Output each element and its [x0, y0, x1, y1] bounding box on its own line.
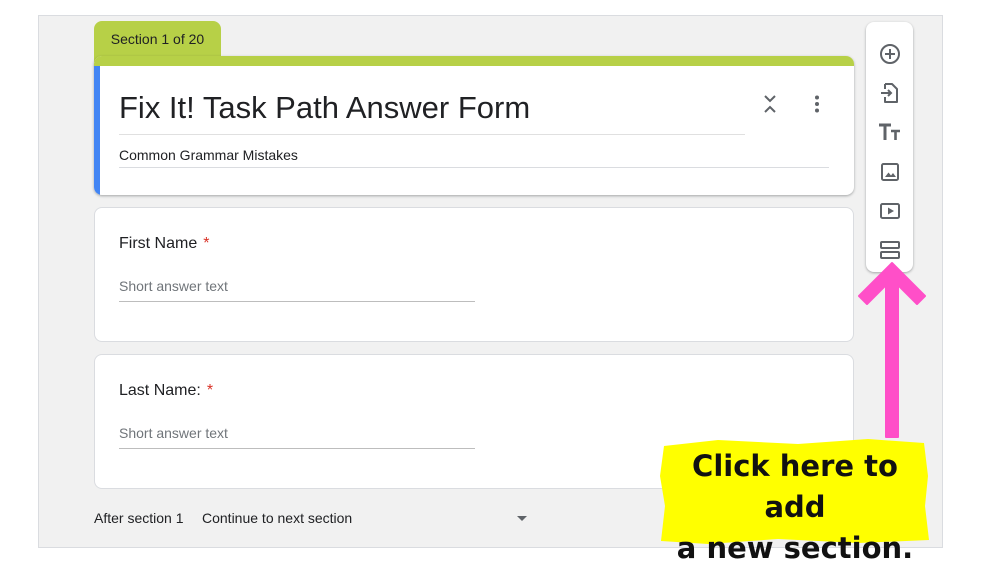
short-answer-placeholder: Short answer text	[119, 278, 228, 294]
required-asterisk: *	[203, 235, 210, 252]
short-answer-placeholder: Short answer text	[119, 425, 228, 441]
more-vert-icon	[815, 95, 819, 113]
import-file-icon	[881, 83, 898, 103]
question-card-first-name[interactable]: First Name * Short answer text	[94, 207, 854, 342]
answer-underline	[119, 301, 475, 302]
pink-arrow-annotation	[858, 262, 926, 438]
dropdown-arrow-icon[interactable]	[517, 516, 527, 521]
callout-text: Click here to add a new section.	[664, 446, 926, 569]
title-underline	[119, 134, 745, 135]
section-tab-label: Section 1 of 20	[110, 31, 205, 47]
add-image-button[interactable]	[877, 159, 903, 185]
question-label: First Name *	[119, 235, 209, 253]
theme-bar	[94, 56, 854, 66]
form-title[interactable]: Fix It! Task Path Answer Form	[119, 90, 530, 126]
after-section-select[interactable]: Continue to next section	[202, 510, 352, 526]
collapse-section-button[interactable]	[758, 92, 782, 116]
question-label: Last Name: *	[119, 382, 213, 400]
form-title-card[interactable]: Fix It! Task Path Answer Form Common Gra…	[94, 56, 854, 195]
add-video-button[interactable]	[877, 198, 903, 224]
callout-line-1: Click here to add	[692, 449, 898, 524]
import-questions-button[interactable]	[877, 80, 903, 106]
add-circle-icon	[880, 44, 900, 64]
question-text: Last Name:	[119, 382, 201, 399]
add-question-button[interactable]	[877, 41, 903, 67]
title-text-icon	[879, 123, 900, 140]
image-icon	[881, 163, 899, 181]
required-asterisk: *	[206, 382, 214, 399]
collapse-icon	[764, 95, 776, 113]
video-icon	[880, 203, 900, 219]
active-card-indicator	[94, 66, 100, 195]
description-underline	[119, 167, 829, 168]
question-text: First Name	[119, 235, 198, 252]
form-description[interactable]: Common Grammar Mistakes	[119, 147, 298, 163]
add-title-button[interactable]	[877, 119, 903, 145]
answer-underline	[119, 448, 475, 449]
after-section-label: After section 1	[94, 510, 184, 526]
more-options-button[interactable]	[805, 92, 829, 116]
floating-toolbar	[866, 22, 913, 272]
